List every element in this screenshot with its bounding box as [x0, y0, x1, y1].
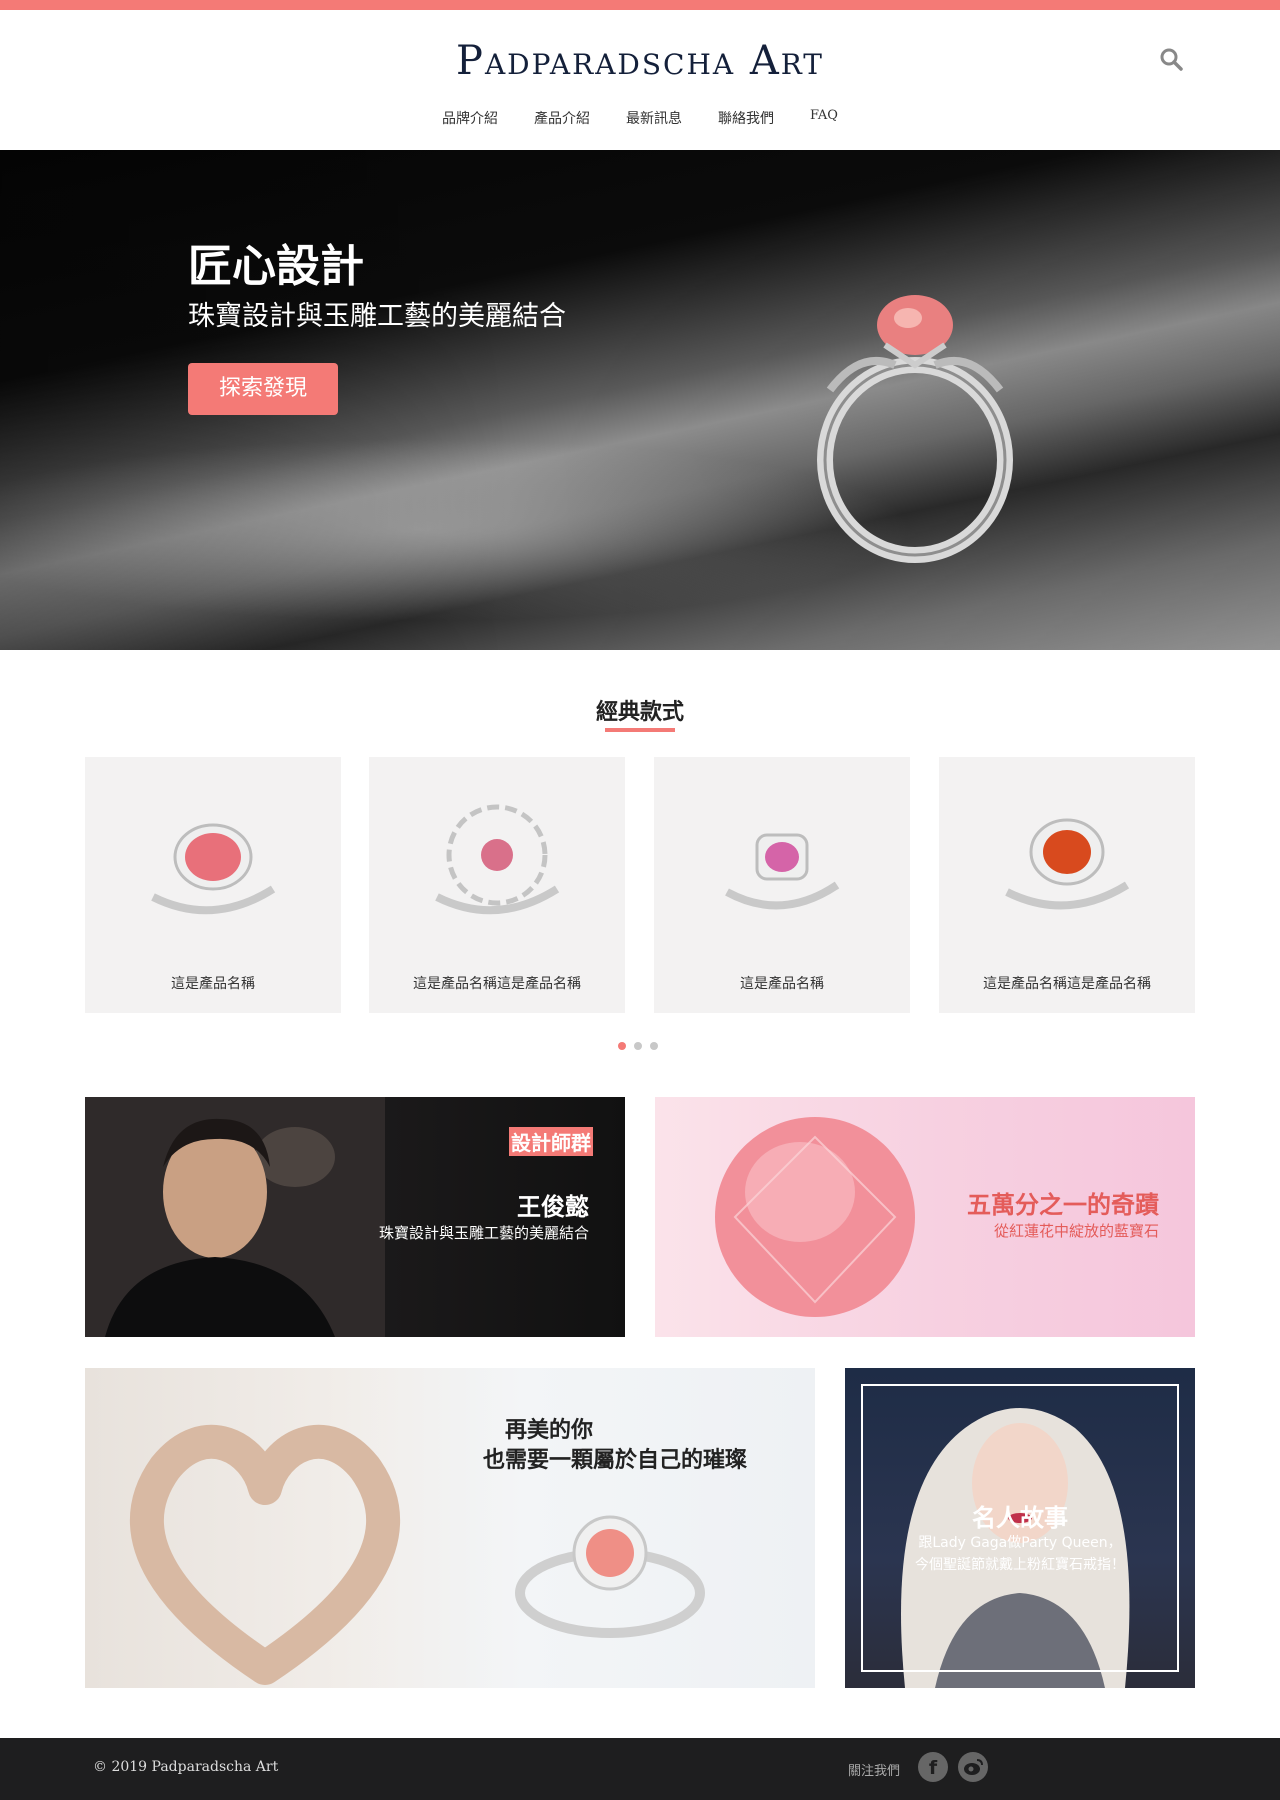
- celebrity-line-2: 今個聖誕節就戴上粉紅寶石戒指！: [915, 1557, 1125, 1573]
- product-image: [151, 823, 276, 915]
- site-logo[interactable]: Padparadscha Art: [0, 38, 1280, 84]
- carousel-dot[interactable]: [650, 1042, 658, 1050]
- carousel-dot[interactable]: [618, 1042, 626, 1050]
- product-gem: [185, 833, 241, 881]
- hero-subtitle: 珠寶設計與玉雕工藝的美麗結合: [188, 301, 566, 332]
- love-banner[interactable]: 再美的你 也需要一顆屬於自己的璀璨: [85, 1368, 815, 1688]
- follow-label: 關注我們: [848, 1764, 901, 1779]
- explore-button[interactable]: 探索發現: [188, 363, 338, 415]
- ring-image: [515, 1515, 705, 1638]
- product-image: [435, 804, 560, 915]
- designer-banner[interactable]: 設計師群 王俊懿 珠寶設計與玉雕工藝的美麗結合: [85, 1097, 625, 1337]
- site-header: Padparadscha Art 品牌介紹 產品介紹 最新訊息 聯絡我們 FAQ: [0, 10, 1280, 150]
- gem-title: 五萬分之一的奇蹟: [967, 1191, 1159, 1219]
- product-name: 這是產品名稱: [171, 976, 255, 992]
- top-accent-bar: [0, 0, 1280, 10]
- nav-brand[interactable]: 品牌介紹: [424, 108, 516, 128]
- product-image: [1005, 818, 1130, 910]
- celebrity-title: 名人故事: [972, 1504, 1068, 1532]
- classics-underline: [605, 728, 675, 732]
- search-icon[interactable]: [1158, 46, 1184, 72]
- celebrity-banner[interactable]: 名人故事 跟Lady Gaga做Party Queen， 今個聖誕節就戴上粉紅寶…: [845, 1368, 1195, 1688]
- facebook-icon[interactable]: f: [918, 1752, 948, 1782]
- hero-title: 匠心設計: [188, 241, 364, 292]
- product-name: 這是產品名稱這是產品名稱: [983, 976, 1151, 992]
- main-nav: 品牌介紹 產品介紹 最新訊息 聯絡我們 FAQ: [0, 108, 1280, 128]
- product-gem: [765, 842, 799, 872]
- carousel-dot[interactable]: [634, 1042, 642, 1050]
- product-name: 這是產品名稱這是產品名稱: [413, 976, 581, 992]
- love-line-1: 再美的你: [505, 1418, 594, 1443]
- hero-banner: 匠心設計 珠寶設計與玉雕工藝的美麗結合 探索發現: [0, 150, 1280, 650]
- copyright: © 2019 Padparadscha Art: [93, 1759, 279, 1775]
- designer-tag: 設計師群: [509, 1127, 593, 1156]
- product-card[interactable]: 這是產品名稱這是產品名稱: [369, 757, 625, 1013]
- product-image: [725, 833, 840, 910]
- designer-description: 珠寶設計與玉雕工藝的美麗結合: [378, 1224, 589, 1242]
- designer-photo: [85, 1097, 385, 1337]
- nav-products[interactable]: 產品介紹: [516, 108, 608, 128]
- svg-text:f: f: [929, 1757, 938, 1779]
- product-card[interactable]: 這是產品名稱: [85, 757, 341, 1013]
- carousel-pagination: [618, 1042, 662, 1050]
- classics-title: 經典款式: [595, 700, 684, 725]
- padparadscha-gem-image: [715, 1117, 915, 1317]
- weibo-icon[interactable]: [958, 1752, 988, 1782]
- hero-ring-image: [817, 295, 1013, 563]
- gem-banner[interactable]: 五萬分之一的奇蹟 從紅蓮花中綻放的藍寶石: [655, 1097, 1195, 1337]
- product-gem: [481, 839, 513, 871]
- product-name: 這是產品名稱: [740, 976, 824, 992]
- nav-faq[interactable]: FAQ: [792, 108, 856, 128]
- heart-hands-image: [129, 1424, 401, 1685]
- nav-contact[interactable]: 聯絡我們: [700, 108, 792, 128]
- site-footer: © 2019 Padparadscha Art 關注我們 f: [0, 1738, 1280, 1800]
- nav-news[interactable]: 最新訊息: [608, 108, 700, 128]
- love-line-2: 也需要一顆屬於自己的璀璨: [483, 1448, 748, 1473]
- designer-name: 王俊懿: [517, 1193, 589, 1221]
- product-gem: [1043, 830, 1091, 874]
- product-card[interactable]: 這是產品名稱: [654, 757, 910, 1013]
- gem-subtitle: 從紅蓮花中綻放的藍寶石: [993, 1222, 1159, 1240]
- product-card[interactable]: 這是產品名稱這是產品名稱: [939, 757, 1195, 1013]
- celebrity-line-1: 跟Lady Gaga做Party Queen，: [918, 1535, 1122, 1551]
